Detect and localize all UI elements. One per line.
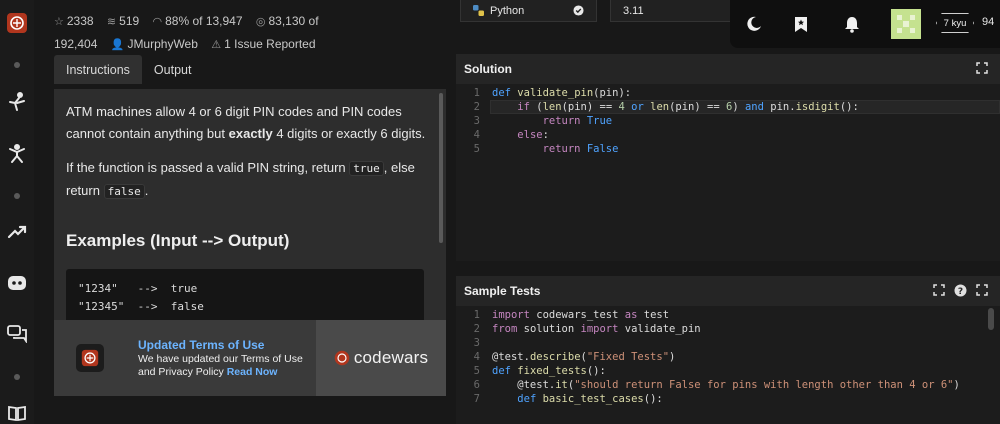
example-line: "1234" --> true (78, 282, 198, 295)
codewars-logo-icon[interactable] (4, 10, 30, 36)
sample-tests-title: Sample Tests (464, 284, 541, 298)
completed-stat: ◎ 83,130 of (255, 14, 319, 28)
user-toolbar: 7 kyu 94 (730, 0, 1000, 48)
terms-banner: Updated Terms of Use We have updated our… (54, 320, 446, 396)
code-line: import codewars_test as test (492, 309, 670, 321)
examples-heading: Examples (Input --> Output) (66, 231, 290, 250)
instructions-scrollbar[interactable] (439, 93, 443, 243)
target-icon: ◎ (255, 16, 266, 28)
solution-title: Solution (464, 62, 512, 76)
line-number: 6 (473, 379, 480, 391)
satisfaction-stat: ◠ 88% of 13,947 (152, 14, 243, 28)
codewars-logo-icon (334, 350, 350, 366)
code-line: def validate_pin(pin): (492, 87, 632, 99)
code-line: @test.describe("Fixed Tests") (492, 351, 676, 363)
fullscreen-icon[interactable] (933, 284, 945, 296)
author-link[interactable]: 👤 JMurphyWeb (111, 37, 198, 51)
line-number: 1 (473, 309, 480, 321)
leaderboard-trend-icon[interactable] (4, 219, 30, 245)
bookmark-star-icon[interactable] (790, 13, 812, 35)
stars-stat[interactable]: ☆ 2338 (54, 14, 94, 28)
banner-title[interactable]: Updated Terms of Use (138, 338, 264, 352)
line-number: 2 (473, 323, 480, 335)
code-line: if (len(pin) == 4 or len(pin) == 6) and … (517, 101, 859, 113)
codewars-brand: codewars (334, 348, 428, 368)
example-line: "12345" --> false (78, 300, 204, 313)
practice-kata-icon[interactable] (4, 89, 30, 115)
code-line: def basic_test_cases(): (517, 393, 663, 405)
codewars-logo-icon (76, 344, 104, 372)
language-select[interactable]: Python (460, 0, 597, 22)
rail-divider-dot (14, 62, 20, 68)
line-number: 1 (473, 87, 480, 99)
star-icon: ☆ (54, 16, 64, 28)
description-paragraph-1: ATM machines allow 4 or 6 digit PIN code… (66, 104, 426, 141)
completed-total: 192,404 (54, 37, 98, 51)
code-line: from solution import validate_pin (492, 323, 701, 335)
line-number: 3 (473, 115, 480, 127)
warning-icon: ⚠ (211, 39, 222, 51)
description-tabs: Instructions Output (54, 55, 446, 88)
banner-text: We have updated our Terms of Use and Pri… (138, 353, 303, 378)
code-line: else: (517, 129, 549, 141)
kata-stats: ☆ 2338 ≋ 519 ◠ 88% of 13,947 ◎ 83,130 of 192… (54, 10, 444, 56)
discussion-chat-icon[interactable] (4, 321, 30, 347)
code-line: @test.it("should return False for pins w… (492, 379, 960, 391)
rank-badge[interactable]: 7 kyu (936, 13, 974, 33)
line-number: 4 (473, 129, 480, 141)
code-line: return True (542, 115, 613, 127)
docs-book-icon[interactable] (4, 400, 30, 424)
version-select[interactable]: 3.11 (610, 0, 734, 22)
description-paragraph-2: If the function is passed a valid PIN st… (66, 160, 415, 199)
svg-text:?: ? (958, 287, 963, 297)
line-number: 3 (473, 337, 480, 349)
expand-icon[interactable] (976, 284, 988, 296)
help-icon[interactable]: ? (954, 284, 967, 297)
left-nav-rail (0, 0, 34, 424)
line-number: 7 (473, 393, 480, 405)
fullscreen-icon[interactable] (976, 62, 988, 74)
version-value: 3.11 (623, 4, 644, 17)
issues-link[interactable]: ⚠ 1 Issue Reported (211, 37, 315, 51)
honor-score: 94 (982, 16, 995, 28)
sample-tests-editor: Sample Tests ? 1 import codewars_test as… (456, 276, 1000, 424)
collections-stat[interactable]: ≋ 519 (107, 14, 139, 28)
python-icon (473, 5, 484, 16)
code-line: def fixed_tests(): (492, 365, 606, 377)
gauge-icon: ◠ (152, 16, 163, 28)
discord-icon[interactable] (4, 270, 30, 296)
training-icon[interactable] (4, 141, 30, 167)
check-circle-icon (573, 5, 584, 16)
tab-instructions[interactable]: Instructions (54, 55, 142, 84)
line-number: 5 (473, 143, 480, 155)
avatar[interactable] (891, 9, 921, 39)
line-number: 2 (473, 101, 480, 113)
code-line: return False (542, 143, 619, 155)
rail-divider-dot (14, 193, 20, 199)
moon-icon[interactable] (743, 13, 765, 35)
tests-scrollbar[interactable] (988, 308, 994, 330)
layers-icon: ≋ (106, 16, 117, 28)
line-number: 4 (473, 351, 480, 363)
solution-editor: Solution 1 def validate_pin(pin): 2 if (… (456, 54, 1000, 261)
read-now-link[interactable]: Read Now (227, 366, 278, 378)
line-number: 5 (473, 365, 480, 377)
language-value: Python (490, 4, 525, 17)
rail-divider-dot (14, 374, 20, 380)
user-icon: 👤 (110, 39, 125, 51)
bell-icon[interactable] (841, 13, 863, 35)
tab-output[interactable]: Output (142, 55, 204, 84)
